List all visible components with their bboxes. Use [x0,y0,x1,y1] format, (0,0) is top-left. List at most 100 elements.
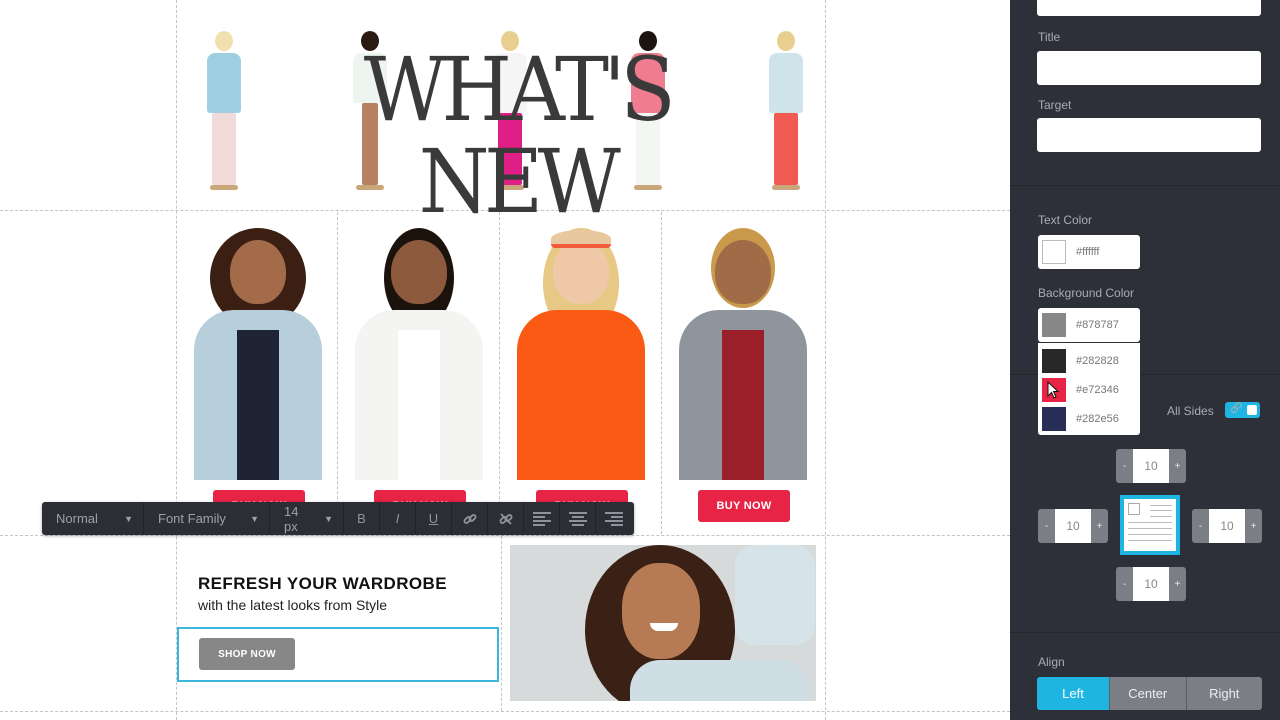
padding-left-stepper[interactable]: - 10 + [1038,509,1108,543]
align-label: Align [1038,655,1065,669]
product-image [344,218,494,480]
align-left-button[interactable] [524,502,560,535]
product-image [668,218,818,480]
link-button[interactable] [452,502,488,535]
decrement-button[interactable]: - [1116,567,1133,601]
align-center-button[interactable] [560,502,596,535]
font-family-value: Font Family [158,511,226,526]
title-label: Title [1038,30,1061,44]
align-right-option[interactable]: Right [1185,677,1262,710]
color-option-swatch [1042,406,1066,431]
product-card[interactable]: BUY NOW [177,212,338,534]
product-card[interactable]: BUY NOW [338,212,499,534]
product-card[interactable]: BUY NOW [662,212,823,534]
color-option-value: #282e56 [1076,412,1119,425]
align-button-group: Left Center Right [1037,677,1262,710]
divider [1010,185,1280,186]
padding-box-preview [1120,495,1180,555]
product-card[interactable]: BUY NOW [500,212,661,534]
product-image [506,218,656,480]
image-placeholder-icon [1128,503,1140,515]
increment-button[interactable]: + [1169,567,1186,601]
color-option[interactable]: #e72346 [1038,375,1140,404]
product-image [183,218,333,480]
font-family-dropdown[interactable]: Font Family ▼ [144,502,270,535]
background-color-dropdown: #282828 #e72346 #282e56 [1038,343,1140,435]
promo-subtitle[interactable]: with the latest looks from Style [198,597,387,613]
divider [1010,632,1280,633]
align-left-icon [532,511,551,526]
decrement-button[interactable]: - [1116,449,1133,483]
italic-button[interactable]: I [380,502,416,535]
text-format-toolbar: Normal ▼ Font Family ▼ 14 px ▼ B I U [42,502,634,535]
mouse-cursor-icon [1047,380,1060,399]
target-label: Target [1038,98,1072,112]
font-size-dropdown[interactable]: 14 px ▼ [270,502,344,535]
guide-line [501,536,502,711]
increment-button[interactable]: + [1091,509,1108,543]
align-center-icon [568,511,587,526]
all-sides-toggle[interactable]: 🔗 [1225,402,1260,418]
buy-now-button[interactable]: BUY NOW [698,490,790,522]
block-style-dropdown[interactable]: Normal ▼ [42,502,144,535]
decrement-button[interactable]: - [1038,509,1055,543]
color-option-swatch [1042,377,1066,402]
background-color-swatch [1042,313,1066,337]
background-color-picker[interactable]: #878787 [1038,308,1140,342]
text-color-picker[interactable]: #ffffff [1038,235,1140,269]
increment-button[interactable]: + [1169,449,1186,483]
guide-line [0,535,1010,536]
color-option-swatch [1042,348,1066,373]
color-option[interactable]: #282e56 [1038,404,1140,433]
unlink-icon [499,512,512,525]
guide-line [825,0,826,720]
promo-title[interactable]: REFRESH YOUR WARDROBE [198,574,447,594]
padding-bottom-value[interactable]: 10 [1133,567,1169,601]
padding-right-value[interactable]: 10 [1209,509,1245,543]
text-color-label: Text Color [1038,213,1093,227]
italic-icon: I [395,511,400,526]
shop-now-button[interactable]: SHOP NOW [199,638,295,670]
align-center-option[interactable]: Center [1109,677,1186,710]
caret-down-icon: ▼ [250,513,259,524]
decrement-button[interactable]: - [1192,509,1209,543]
target-field[interactable] [1037,118,1261,152]
caret-down-icon: ▼ [124,513,133,524]
padding-right-stepper[interactable]: - 10 + [1192,509,1262,543]
align-right-button[interactable] [596,502,632,535]
title-field[interactable] [1037,51,1261,85]
all-sides-label: All Sides [1167,404,1214,418]
text-color-value: #ffffff [1076,246,1100,258]
link-icon [463,513,476,524]
unlink-button[interactable] [488,502,524,535]
color-option-value: #e72346 [1076,383,1119,396]
align-right-icon [605,511,623,526]
promo-block[interactable]: REFRESH YOUR WARDROBE with the latest lo… [177,536,501,711]
email-canvas: WHAT'S NEW BUY NOW BUY NOW BUY NOW BUY N… [0,0,1010,720]
block-style-value: Normal [56,511,98,526]
underline-icon: U [428,511,439,526]
bold-icon: B [357,511,366,526]
padding-bottom-stepper[interactable]: - 10 + [1116,567,1186,601]
align-left-option[interactable]: Left [1037,677,1109,710]
hero-banner[interactable]: WHAT'S NEW [177,0,825,228]
caret-down-icon: ▼ [324,513,333,524]
padding-top-stepper[interactable]: - 10 + [1116,449,1186,483]
hero-title: WHAT'S NEW [363,38,676,233]
promo-image[interactable] [510,545,816,701]
hero-model-image [199,31,249,190]
padding-left-value[interactable]: 10 [1055,509,1091,543]
selected-button-block[interactable]: SHOP NOW [177,627,499,682]
background-color-label: Background Color [1038,286,1135,300]
color-option[interactable]: #282828 [1038,346,1140,375]
increment-button[interactable]: + [1245,509,1262,543]
padding-top-value[interactable]: 10 [1133,449,1169,483]
font-size-value: 14 px [284,503,299,534]
toggle-knob [1247,405,1257,415]
bold-button[interactable]: B [344,502,380,535]
properties-panel: Title Target Text Color #ffffff Backgrou… [1010,0,1280,720]
underline-button[interactable]: U [416,502,452,535]
text-color-swatch [1042,240,1066,264]
url-field[interactable] [1037,0,1261,16]
background-color-value: #878787 [1076,319,1119,331]
